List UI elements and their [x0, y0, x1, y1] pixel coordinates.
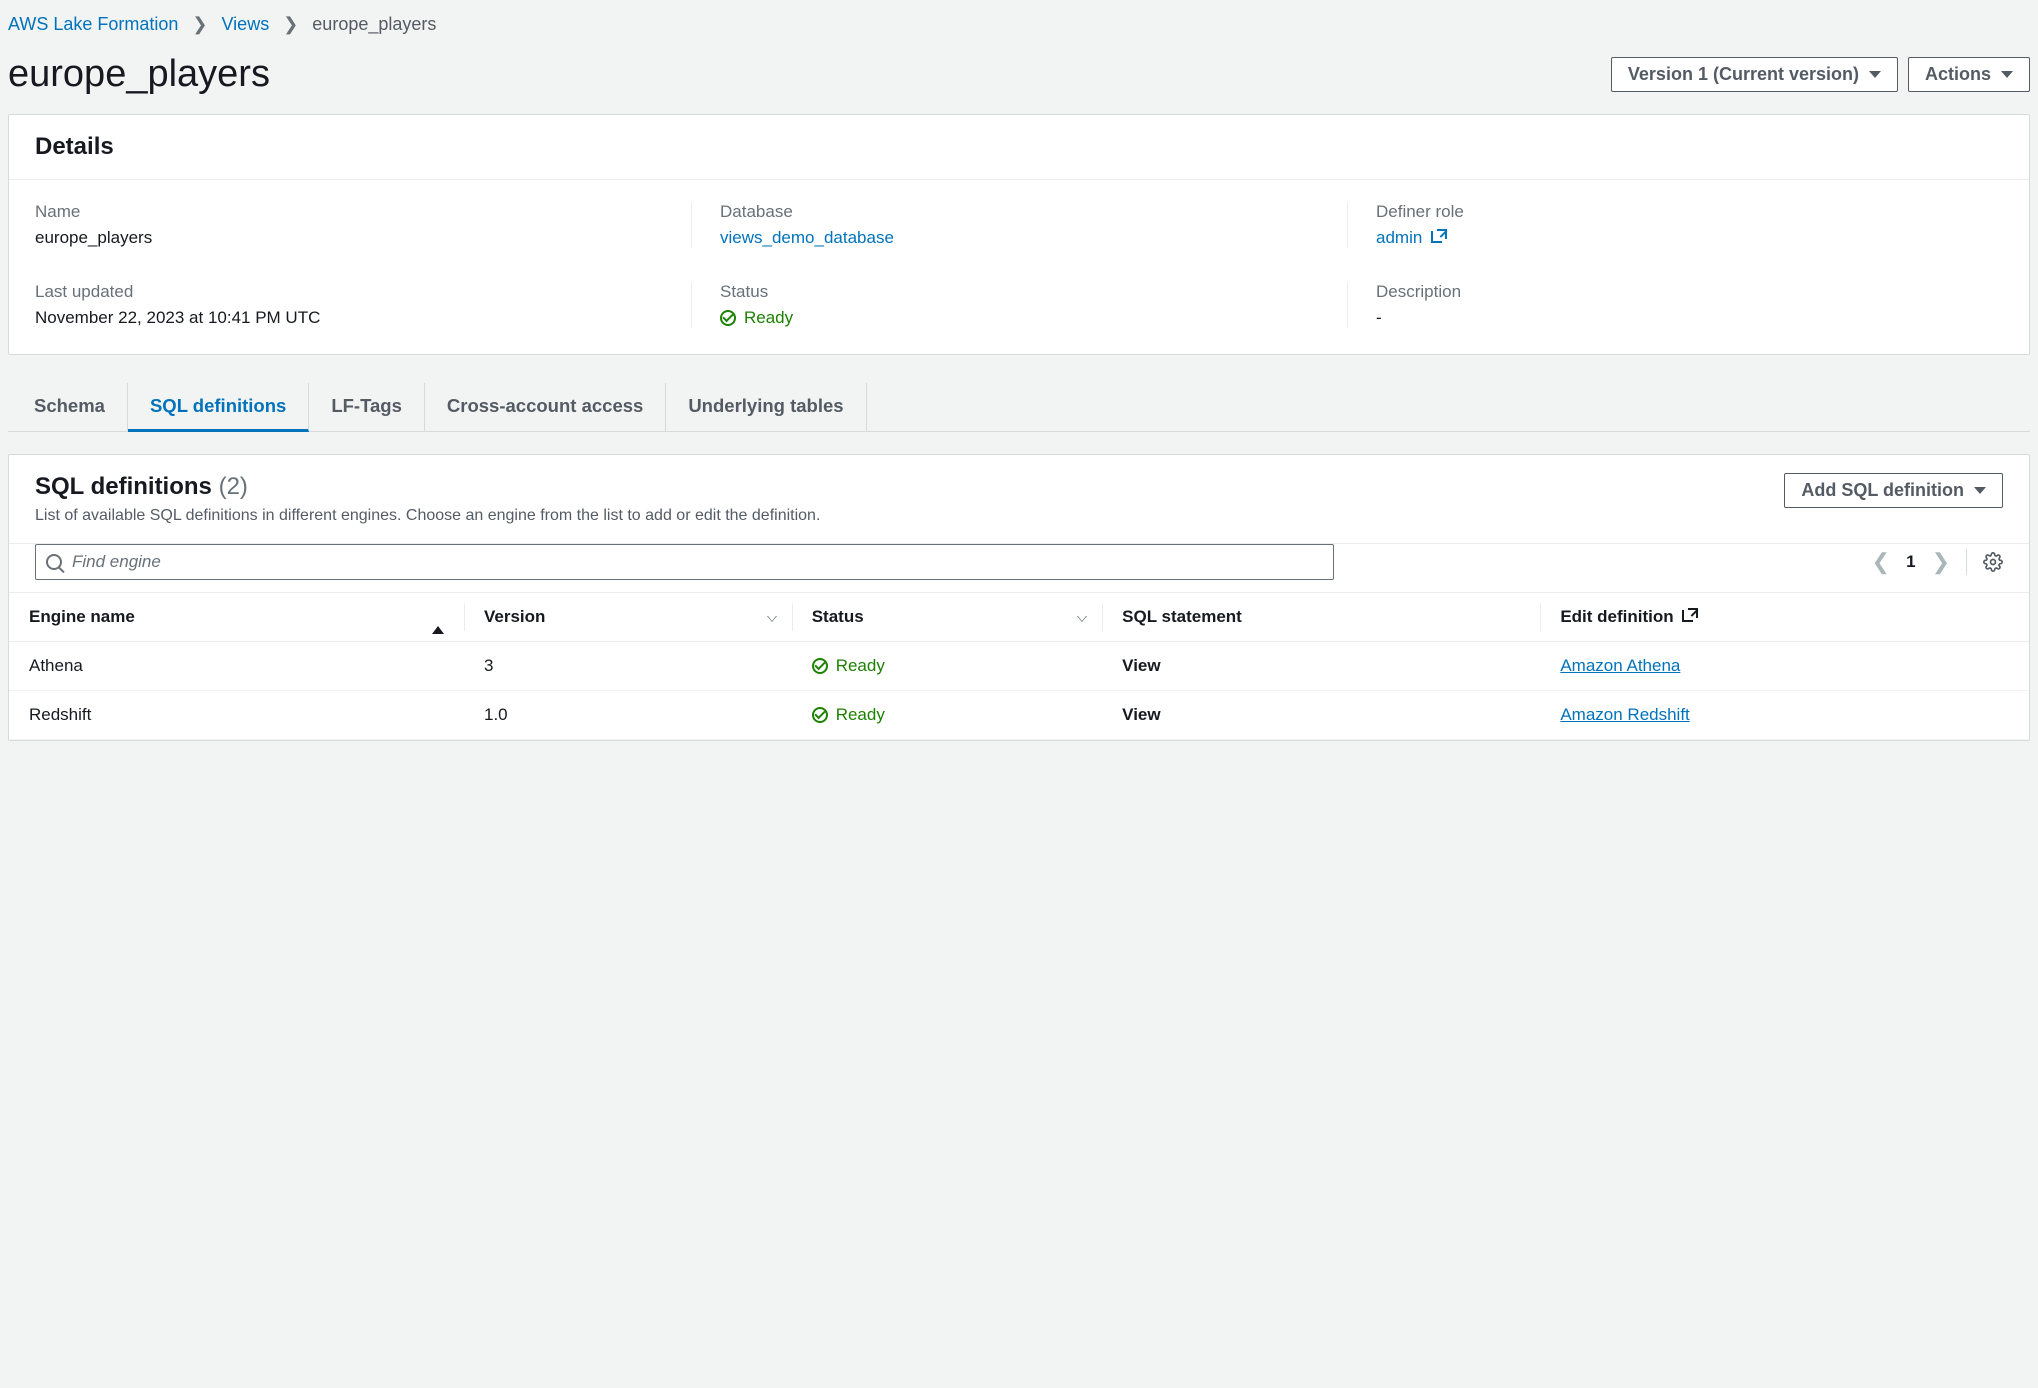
caret-down-icon — [1869, 71, 1881, 78]
details-panel: Details Name europe_players Database vie… — [8, 114, 2030, 355]
tab-underlying-tables[interactable]: Underlying tables — [666, 383, 866, 431]
pagination: ❮ 1 ❯ — [1872, 549, 2003, 575]
search-box[interactable] — [35, 544, 1334, 580]
cell-sql: View — [1102, 642, 1540, 691]
breadcrumb-views[interactable]: Views — [222, 14, 270, 35]
edit-link-athena[interactable]: Amazon Athena — [1560, 656, 1680, 675]
field-label-database: Database — [720, 202, 1319, 222]
col-edit[interactable]: Edit definition — [1540, 593, 2029, 642]
table-row: Redshift 1.0 Ready View Amazon Redshift — [9, 691, 2029, 740]
details-title: Details — [35, 133, 114, 161]
cell-version: 3 — [464, 642, 792, 691]
field-label-definer: Definer role — [1376, 202, 1975, 222]
col-sql-label: SQL statement — [1122, 607, 1242, 626]
col-engine[interactable]: Engine name — [9, 593, 464, 642]
chevron-right-icon: ❯ — [192, 14, 207, 35]
field-label-updated: Last updated — [35, 282, 663, 302]
page-number: 1 — [1906, 552, 1915, 572]
tab-lf-tags[interactable]: LF-Tags — [309, 383, 425, 431]
divider — [1966, 549, 1967, 575]
cell-engine: Redshift — [9, 691, 464, 740]
field-value-updated: November 22, 2023 at 10:41 PM UTC — [35, 308, 663, 328]
status-ready: Ready — [812, 656, 885, 676]
field-value-description: - — [1376, 308, 1975, 328]
actions-menu-button[interactable]: Actions — [1908, 57, 2030, 92]
caret-down-icon — [1974, 487, 1986, 494]
breadcrumb-current: europe_players — [312, 14, 436, 35]
version-selector[interactable]: Version 1 (Current version) — [1611, 57, 1898, 92]
status-text: Ready — [836, 656, 885, 676]
table-row: Athena 3 Ready View Amazon Athena — [9, 642, 2029, 691]
search-icon — [46, 554, 62, 570]
database-link[interactable]: views_demo_database — [720, 228, 894, 247]
tabs: Schema SQL definitions LF-Tags Cross-acc… — [8, 383, 2030, 432]
chevron-right-icon: ❯ — [283, 14, 298, 35]
col-status[interactable]: Status — [792, 593, 1102, 642]
add-sql-definition-button[interactable]: Add SQL definition — [1784, 473, 2003, 508]
cell-engine: Athena — [9, 642, 464, 691]
col-version[interactable]: Version — [464, 593, 792, 642]
col-engine-label: Engine name — [29, 607, 135, 627]
definer-role-link[interactable]: admin — [1376, 228, 1447, 247]
status-text: Ready — [836, 705, 885, 725]
caret-down-icon — [2001, 71, 2013, 78]
field-label-name: Name — [35, 202, 663, 222]
col-version-label: Version — [484, 607, 545, 627]
external-link-icon — [1682, 608, 1698, 624]
external-link-icon — [1431, 229, 1447, 245]
tab-schema[interactable]: Schema — [8, 383, 128, 431]
actions-label: Actions — [1925, 64, 1991, 85]
status-ready: Ready — [812, 705, 885, 725]
field-label-status: Status — [720, 282, 1319, 302]
sql-definitions-table: Engine name Version Status — [9, 592, 2029, 740]
sort-asc-icon — [432, 607, 444, 634]
check-circle-icon — [812, 658, 828, 674]
sort-none-icon — [762, 616, 772, 622]
tab-sql-definitions[interactable]: SQL definitions — [128, 383, 309, 432]
cell-sql: View — [1102, 691, 1540, 740]
breadcrumb: AWS Lake Formation ❯ Views ❯ europe_play… — [8, 10, 2030, 43]
sql-definitions-title: SQL definitions (2) — [35, 473, 820, 501]
tab-cross-account[interactable]: Cross-account access — [425, 383, 666, 431]
settings-icon[interactable] — [1983, 552, 2003, 572]
sql-def-count: (2) — [219, 473, 248, 500]
edit-link-redshift[interactable]: Amazon Redshift — [1560, 705, 1689, 724]
page-title: europe_players — [8, 53, 270, 96]
search-input[interactable] — [70, 551, 1323, 573]
sql-definitions-panel: SQL definitions (2) List of available SQ… — [8, 454, 2030, 741]
status-text: Ready — [744, 308, 793, 328]
definer-role-text: admin — [1376, 228, 1422, 247]
check-circle-icon — [812, 707, 828, 723]
page-prev[interactable]: ❮ — [1872, 549, 1890, 575]
sql-def-title-text: SQL definitions — [35, 473, 212, 500]
col-sql[interactable]: SQL statement — [1102, 593, 1540, 642]
col-edit-label: Edit definition — [1560, 607, 1673, 626]
sort-none-icon — [1072, 616, 1082, 622]
cell-version: 1.0 — [464, 691, 792, 740]
breadcrumb-root[interactable]: AWS Lake Formation — [8, 14, 178, 35]
sql-def-subtitle: List of available SQL definitions in dif… — [35, 507, 820, 525]
check-circle-icon — [720, 310, 736, 326]
field-value-name: europe_players — [35, 228, 663, 248]
field-label-description: Description — [1376, 282, 1975, 302]
col-status-label: Status — [812, 607, 864, 627]
status-ready: Ready — [720, 308, 793, 328]
add-sql-definition-label: Add SQL definition — [1801, 480, 1964, 501]
version-selector-label: Version 1 (Current version) — [1628, 64, 1859, 85]
page-next[interactable]: ❯ — [1932, 549, 1950, 575]
